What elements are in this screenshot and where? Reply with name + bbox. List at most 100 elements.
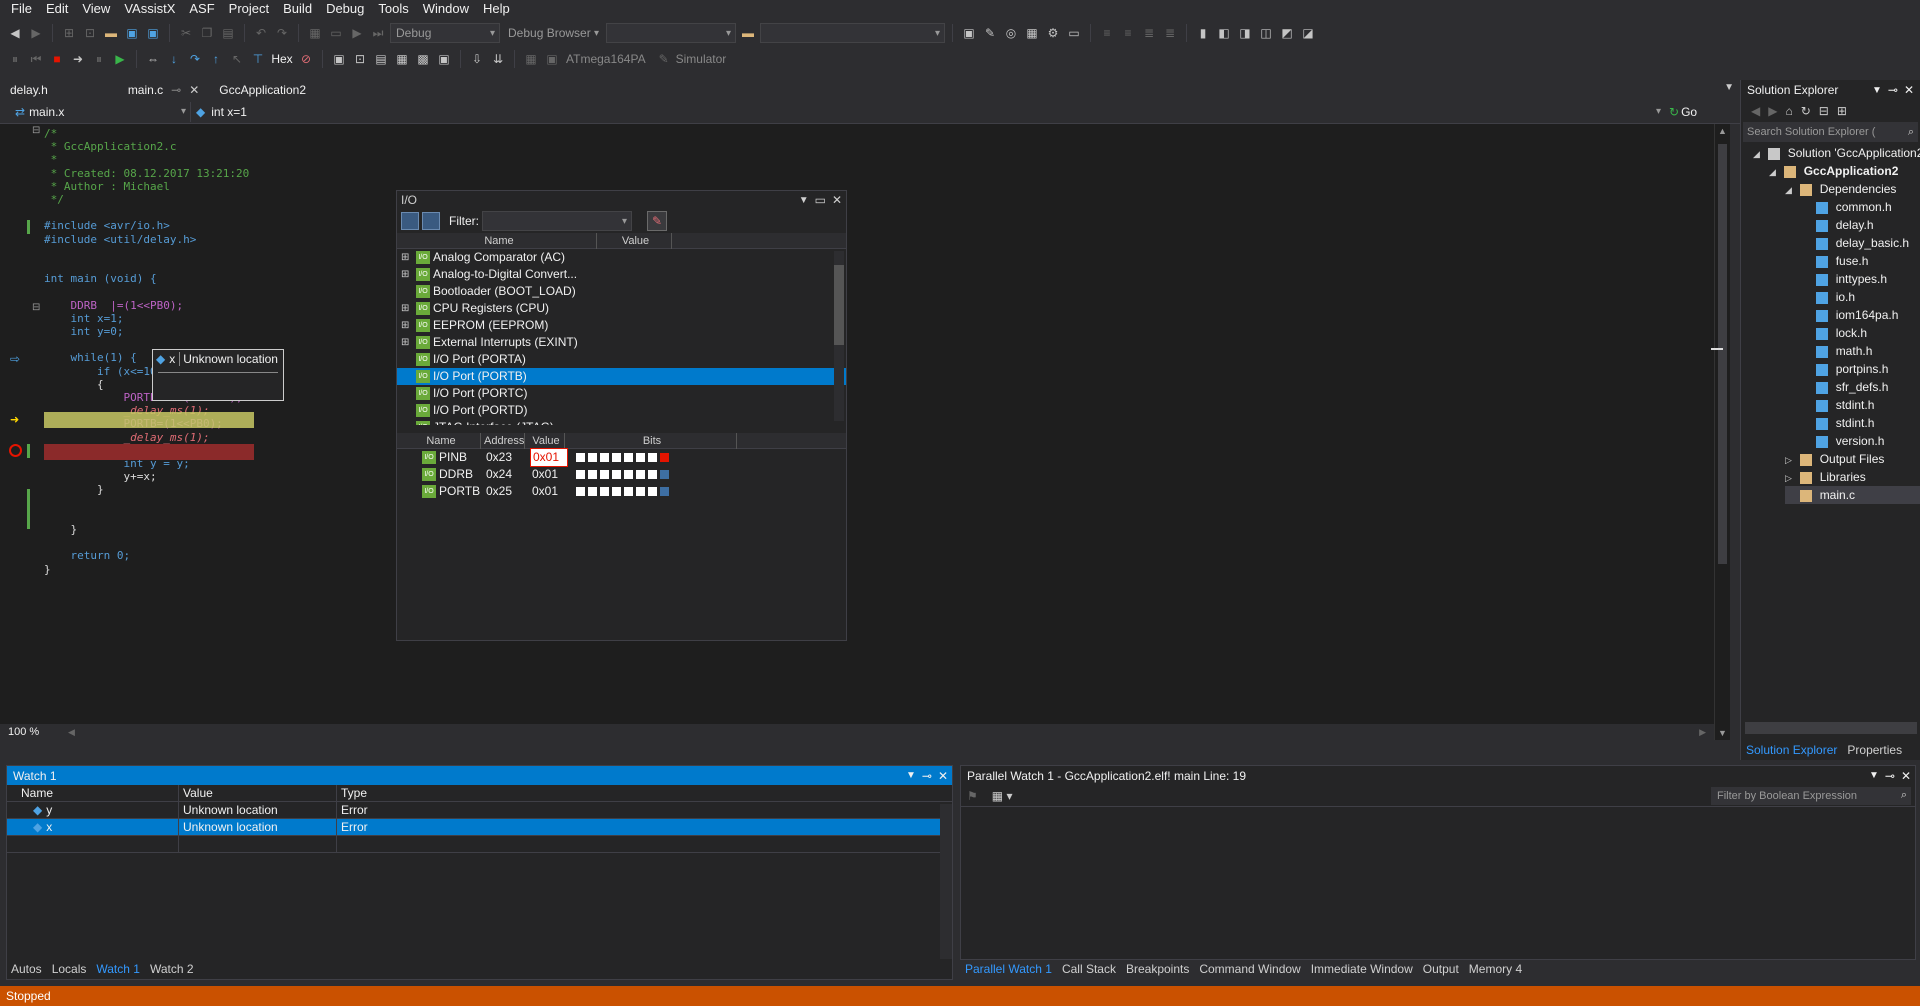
tab-watch-1[interactable]: Watch 1 [91, 960, 145, 979]
search-combo[interactable] [760, 23, 945, 43]
bit-cell[interactable] [600, 453, 609, 462]
dropdown-icon[interactable]: ▼ [1869, 770, 1879, 781]
pin-icon[interactable]: ⊸ [171, 83, 181, 97]
nav-bookmark-icon[interactable]: ◩ [1278, 24, 1296, 42]
disasm-icon[interactable]: ⊡ [351, 50, 369, 68]
expand-icon[interactable]: ▷ [1785, 469, 1797, 487]
io-view-icon[interactable]: ▩ [414, 50, 432, 68]
close-icon[interactable]: ✕ [1904, 83, 1914, 97]
bit-cell[interactable] [576, 487, 585, 496]
watch-row[interactable]: ◆ x Unknown location Error [7, 819, 952, 836]
hammer-icon[interactable]: ✎ [655, 50, 673, 68]
bit-cell[interactable] [636, 487, 645, 496]
scroll-thumb[interactable] [1718, 144, 1727, 564]
show-all-icon[interactable]: ⊞ [1837, 104, 1847, 118]
menu-project[interactable]: Project [222, 0, 276, 18]
tab-gccapplication2[interactable]: GccApplication2 [209, 80, 316, 99]
step-over-icon[interactable]: ↷ [186, 50, 204, 68]
io-module-row[interactable]: I/O I/O Port (PORTA) [397, 351, 846, 368]
solution-node[interactable]: ▷ Libraries [1785, 468, 1866, 486]
bookmark-toggle-icon[interactable]: ▮ [1194, 24, 1212, 42]
tab-locals[interactable]: Locals [47, 960, 92, 979]
io-module-row[interactable]: I/O JTAG Interface (JTAG) [397, 419, 846, 425]
editor-gutter[interactable]: ⇨ ➜ ⊟ ⊟ [0, 124, 40, 740]
bit-cell[interactable] [636, 453, 645, 462]
file-scope-dropdown[interactable]: ⇄ main.x [10, 102, 190, 122]
pin-icon[interactable]: ⊸ [1885, 769, 1895, 783]
column-header[interactable]: Value [179, 785, 337, 801]
code-line[interactable]: return 0; [44, 548, 130, 564]
next-bookmark-icon[interactable]: ◨ [1236, 24, 1254, 42]
globe-icon[interactable]: ◎ [1002, 24, 1020, 42]
solution-node[interactable]: iom164pa.h [1801, 306, 1898, 324]
table-icon[interactable]: ▦ ▾ [992, 789, 1013, 803]
solution-node[interactable]: stdint.h [1801, 414, 1874, 432]
solution-node[interactable]: portpins.h [1801, 360, 1888, 378]
hscroll-thumb[interactable] [1745, 722, 1917, 734]
step-icon[interactable]: ⏭ [369, 24, 387, 42]
menu-view[interactable]: View [75, 0, 117, 18]
tab-memory-4[interactable]: Memory 4 [1464, 960, 1527, 979]
bit-cell[interactable] [588, 487, 597, 496]
io-module-row[interactable]: ⊞ I/O Analog-to-Digital Convert... [397, 266, 846, 283]
flag-icon[interactable]: ⚑ [967, 789, 978, 803]
expand-icon[interactable]: ◢ [1785, 181, 1797, 199]
parallel-watch-panel[interactable]: Parallel Watch 1 - GccApplication2.elf! … [960, 765, 1916, 960]
dropdown-icon[interactable]: ▼ [1872, 85, 1882, 96]
expand-icon[interactable]: ⊞ [397, 334, 411, 351]
scroll-down-icon[interactable]: ▼ [1718, 728, 1727, 738]
platform-dropdown[interactable] [606, 23, 736, 43]
bit-cell[interactable] [588, 470, 597, 479]
program-all-icon[interactable]: ⇊ [489, 50, 507, 68]
solution-node[interactable]: delay.h [1801, 216, 1874, 234]
clear-filter-icon[interactable]: ✎ [647, 211, 667, 231]
register-value[interactable]: 0x01 [530, 448, 568, 467]
io-module-row[interactable]: I/O I/O Port (PORTD) [397, 402, 846, 419]
bit-cell[interactable] [576, 453, 585, 462]
io-module-tree[interactable]: ⊞ I/O Analog Comparator (AC) ⊞ I/O Analog… [397, 249, 846, 425]
tab-solution-explorer[interactable]: Solution Explorer [1741, 741, 1842, 760]
tab-output[interactable]: Output [1418, 960, 1464, 979]
column-header[interactable]: Address [481, 432, 525, 449]
hex-toggle[interactable]: Hex [270, 50, 294, 68]
go-icon[interactable]: ↻ [1669, 105, 1679, 119]
menu-window[interactable]: Window [416, 0, 476, 18]
maximize-icon[interactable]: ▭ [815, 193, 826, 207]
save-all-icon[interactable]: ▣ [144, 24, 162, 42]
reset-icon[interactable]: ⊤ [249, 50, 267, 68]
solution-node[interactable]: version.h [1801, 432, 1884, 450]
sync-icon[interactable]: ↻ [1801, 104, 1811, 118]
io-tree-scrollbar[interactable] [834, 251, 844, 421]
stop-icon[interactable]: ■ [48, 50, 66, 68]
chip-icon[interactable]: ▦ [1023, 24, 1041, 42]
folder-bookmark-icon[interactable]: ◪ [1299, 24, 1317, 42]
column-header[interactable]: Bits [565, 432, 737, 449]
column-header[interactable]: Type [337, 785, 937, 801]
step-back-icon[interactable]: ⏮ [27, 50, 45, 68]
device-icon[interactable]: ▣ [960, 24, 978, 42]
tab-autos[interactable]: Autos [6, 960, 47, 979]
tool-label[interactable]: Simulator [676, 52, 727, 66]
save-icon[interactable]: ▣ [123, 24, 141, 42]
close-icon[interactable]: ✕ [832, 193, 842, 207]
bit-cell[interactable] [660, 487, 669, 496]
forward-icon[interactable]: ▶ [27, 24, 45, 42]
menu-edit[interactable]: Edit [39, 0, 75, 18]
cut-icon[interactable]: ✂ [177, 24, 195, 42]
break-icon[interactable]: ⏸ [90, 50, 108, 68]
io-module-row[interactable]: ⊞ I/O CPU Registers (CPU) [397, 300, 846, 317]
close-icon[interactable]: ✕ [189, 83, 199, 97]
back-icon[interactable]: ◀ [1751, 104, 1760, 118]
prev-bookmark-icon[interactable]: ◧ [1215, 24, 1233, 42]
column-header[interactable]: Name [399, 232, 597, 249]
filter-input[interactable]: Filter by Boolean Expression ⌕ [1711, 786, 1911, 805]
menu-vassistx[interactable]: VAssistX [117, 0, 182, 18]
bit-cell[interactable] [624, 470, 633, 479]
close-icon[interactable]: ✕ [1901, 769, 1911, 783]
processor-icon[interactable]: ▣ [435, 50, 453, 68]
tab-delay-h[interactable]: delay.h [0, 80, 58, 99]
pin-icon[interactable]: ⊸ [1888, 83, 1898, 97]
solution-node[interactable]: stdint.h [1801, 396, 1874, 414]
extension-icon[interactable]: ⚙ [1044, 24, 1062, 42]
outdent-icon[interactable]: ≡ [1119, 24, 1137, 42]
